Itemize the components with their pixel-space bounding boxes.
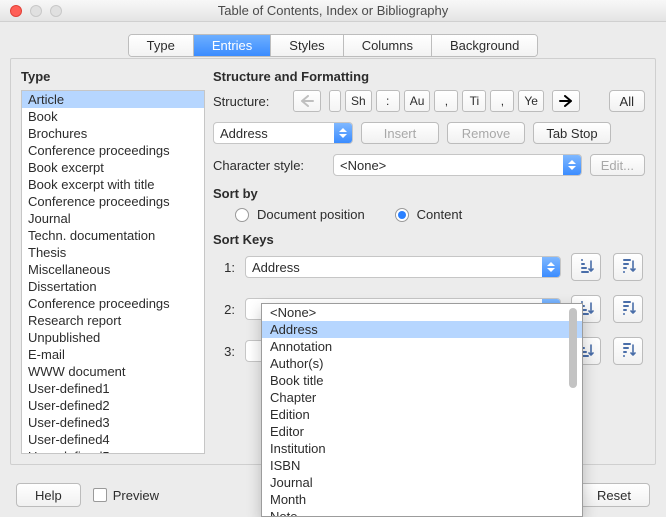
sort-desc-button-2[interactable] bbox=[613, 295, 643, 323]
sort-desc-button-3[interactable] bbox=[613, 337, 643, 365]
title-bar: Table of Contents, Index or Bibliography bbox=[0, 0, 666, 22]
tab-type[interactable]: Type bbox=[129, 35, 194, 56]
sortkey-label: 2: bbox=[213, 302, 235, 317]
zoom-icon bbox=[50, 5, 62, 17]
structure-next-button[interactable] bbox=[552, 90, 580, 112]
sortkeys-heading: Sort Keys bbox=[213, 232, 645, 247]
tab-stop-button[interactable]: Tab Stop bbox=[533, 122, 611, 144]
list-item[interactable]: Thesis bbox=[22, 244, 204, 261]
dropdown-option[interactable]: ISBN bbox=[262, 457, 582, 474]
scroll-thumb[interactable] bbox=[569, 308, 577, 388]
dropdown-option[interactable]: Author(s) bbox=[262, 355, 582, 372]
dropdown-option[interactable]: Book title bbox=[262, 372, 582, 389]
insert-button[interactable]: Insert bbox=[361, 122, 439, 144]
structure-heading: Structure and Formatting bbox=[213, 69, 645, 84]
dropdown-option[interactable]: Journal bbox=[262, 474, 582, 491]
list-item[interactable]: User-defined2 bbox=[22, 397, 204, 414]
content-label: Content bbox=[417, 207, 463, 222]
edit-button[interactable]: Edit... bbox=[590, 154, 645, 176]
sortkey-label: 3: bbox=[213, 344, 235, 359]
list-item[interactable]: User-defined4 bbox=[22, 431, 204, 448]
dropdown-option[interactable]: Address bbox=[262, 321, 582, 338]
preview-label: Preview bbox=[113, 488, 159, 503]
content-radio[interactable] bbox=[395, 208, 409, 222]
list-item[interactable]: Article bbox=[22, 91, 204, 108]
window-title: Table of Contents, Index or Bibliography bbox=[0, 3, 666, 18]
structure-token[interactable]: Au bbox=[404, 90, 431, 112]
close-icon[interactable] bbox=[10, 5, 22, 17]
list-item[interactable]: Miscellaneous bbox=[22, 261, 204, 278]
docpos-label: Document position bbox=[257, 207, 365, 222]
list-item[interactable]: Conference proceedings bbox=[22, 142, 204, 159]
window-controls bbox=[10, 5, 62, 17]
charstyle-value: <None> bbox=[340, 158, 386, 173]
chevron-updown-icon bbox=[334, 123, 352, 143]
dropdown-option[interactable]: Chapter bbox=[262, 389, 582, 406]
structure-token[interactable]: , bbox=[490, 90, 514, 112]
sortby-heading: Sort by bbox=[213, 186, 645, 201]
dropdown-option[interactable]: Edition bbox=[262, 406, 582, 423]
list-item[interactable]: Conference proceedings bbox=[22, 193, 204, 210]
structure-token[interactable]: Ye bbox=[518, 90, 544, 112]
structure-token[interactable]: Ti bbox=[462, 90, 486, 112]
minimize-icon bbox=[30, 5, 42, 17]
dropdown-option[interactable]: Annotation bbox=[262, 338, 582, 355]
structure-field-combo[interactable]: Address bbox=[213, 122, 353, 144]
list-item[interactable]: Book excerpt bbox=[22, 159, 204, 176]
scrollbar[interactable] bbox=[566, 306, 580, 514]
sortkey-value: Address bbox=[252, 260, 300, 275]
structure-token[interactable]: , bbox=[434, 90, 458, 112]
dropdown-option[interactable]: Month bbox=[262, 491, 582, 508]
help-button[interactable]: Help bbox=[16, 483, 81, 507]
list-item[interactable]: Dissertation bbox=[22, 278, 204, 295]
all-button[interactable]: All bbox=[609, 90, 645, 112]
dropdown-option[interactable]: Note bbox=[262, 508, 582, 516]
dropdown-option[interactable]: Editor bbox=[262, 423, 582, 440]
list-item[interactable]: E-mail bbox=[22, 346, 204, 363]
structure-token[interactable]: : bbox=[376, 90, 400, 112]
structure-label: Structure: bbox=[213, 94, 285, 109]
tab-bar: TypeEntriesStylesColumnsBackground bbox=[0, 34, 666, 57]
sort-asc-button-1[interactable] bbox=[571, 253, 601, 281]
tab-columns[interactable]: Columns bbox=[344, 35, 432, 56]
list-item[interactable]: Techn. documentation bbox=[22, 227, 204, 244]
structure-field-value: Address bbox=[220, 126, 268, 141]
sort-desc-button-1[interactable] bbox=[613, 253, 643, 281]
dropdown-option[interactable]: Institution bbox=[262, 440, 582, 457]
tab-styles[interactable]: Styles bbox=[271, 35, 343, 56]
remove-button[interactable]: Remove bbox=[447, 122, 525, 144]
sortkey-dropdown[interactable]: <None>AddressAnnotationAuthor(s)Book tit… bbox=[261, 303, 583, 517]
structure-prev-button[interactable] bbox=[293, 90, 321, 112]
chevron-updown-icon bbox=[542, 257, 560, 277]
sortkey-combo-1[interactable]: Address bbox=[245, 256, 561, 278]
list-item[interactable]: Book excerpt with title bbox=[22, 176, 204, 193]
reset-button[interactable]: Reset bbox=[578, 483, 650, 507]
list-item[interactable]: Unpublished bbox=[22, 329, 204, 346]
preview-checkbox[interactable] bbox=[93, 488, 107, 502]
list-item[interactable]: WWW document bbox=[22, 363, 204, 380]
list-item[interactable]: User-defined3 bbox=[22, 414, 204, 431]
type-list[interactable]: ArticleBookBrochuresConference proceedin… bbox=[21, 90, 205, 454]
sortkey-label: 1: bbox=[213, 260, 235, 275]
type-heading: Type bbox=[21, 69, 205, 84]
tab-entries[interactable]: Entries bbox=[194, 35, 271, 56]
docpos-radio[interactable] bbox=[235, 208, 249, 222]
list-item[interactable]: Book bbox=[22, 108, 204, 125]
structure-token[interactable]: Sh bbox=[345, 90, 372, 112]
list-item[interactable]: User-defined1 bbox=[22, 380, 204, 397]
list-item[interactable]: Brochures bbox=[22, 125, 204, 142]
charstyle-label: Character style: bbox=[213, 158, 325, 173]
list-item[interactable]: Research report bbox=[22, 312, 204, 329]
list-item[interactable]: Journal bbox=[22, 210, 204, 227]
chevron-updown-icon bbox=[563, 155, 581, 175]
list-item[interactable]: Conference proceedings bbox=[22, 295, 204, 312]
charstyle-combo[interactable]: <None> bbox=[333, 154, 582, 176]
tab-background[interactable]: Background bbox=[432, 35, 537, 56]
structure-token[interactable] bbox=[329, 90, 341, 112]
main-panel: Type ArticleBookBrochuresConference proc… bbox=[10, 58, 656, 465]
list-item[interactable]: User-defined5 bbox=[22, 448, 204, 454]
dropdown-option[interactable]: <None> bbox=[262, 304, 582, 321]
